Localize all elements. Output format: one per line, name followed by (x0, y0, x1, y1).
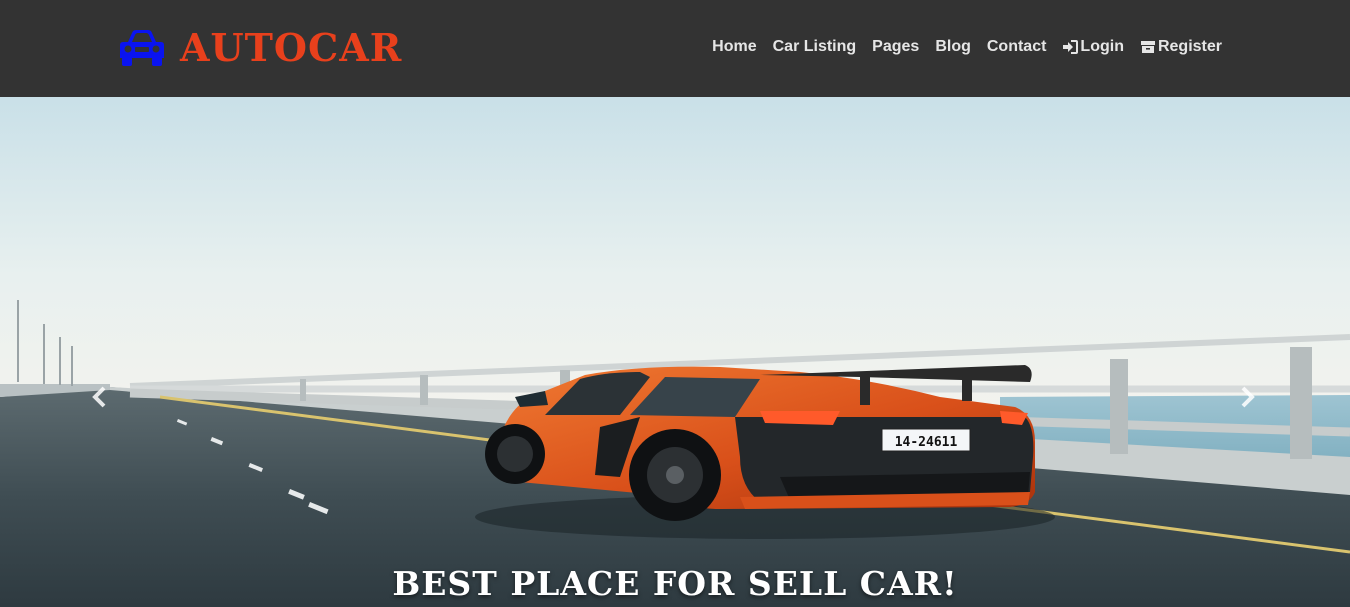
hero-car: 14-24611 (475, 365, 1055, 539)
nav-item-home: Home (712, 36, 756, 58)
nav-item-contact: Contact (987, 36, 1047, 58)
nav-item-car-listing: Car Listing (773, 36, 857, 58)
nav-link-blog[interactable]: Blog (935, 36, 971, 58)
archive-icon (1140, 41, 1155, 53)
brand-logo[interactable]: AUTOCAR (118, 26, 402, 70)
navbar: AUTOCAR Home Car Listing Pages Blog Cont… (0, 0, 1350, 97)
nav-item-blog: Blog (935, 36, 971, 58)
hero-caption: BEST PLACE FOR SELL CAR! (392, 564, 958, 603)
sign-in-icon (1063, 40, 1079, 54)
nav-item-pages: Pages (872, 36, 919, 58)
nav-link-pages[interactable]: Pages (872, 36, 919, 58)
nav-item-login: Login (1062, 36, 1124, 58)
login-label: Login (1080, 38, 1124, 55)
main-nav: Home Car Listing Pages Blog Contact Logi… (712, 36, 1222, 58)
carousel-prev-chevron-left-icon[interactable] (89, 383, 111, 411)
hero-carousel: 14-24611 (0, 97, 1350, 607)
nav-link-login[interactable]: Login (1062, 36, 1124, 58)
nav-link-car-listing[interactable]: Car Listing (773, 36, 857, 58)
nav-link-home[interactable]: Home (712, 36, 756, 58)
carousel-next-chevron-right-icon[interactable] (1236, 383, 1258, 411)
register-label: Register (1157, 38, 1222, 55)
brand-name: AUTOCAR (180, 25, 403, 70)
car-icon (120, 30, 164, 66)
nav-link-register[interactable]: Register (1140, 36, 1222, 58)
license-plate: 14-24611 (895, 435, 958, 450)
hero-image: 14-24611 (0, 97, 1350, 607)
nav-link-contact[interactable]: Contact (987, 36, 1047, 58)
nav-item-register: Register (1140, 36, 1222, 58)
